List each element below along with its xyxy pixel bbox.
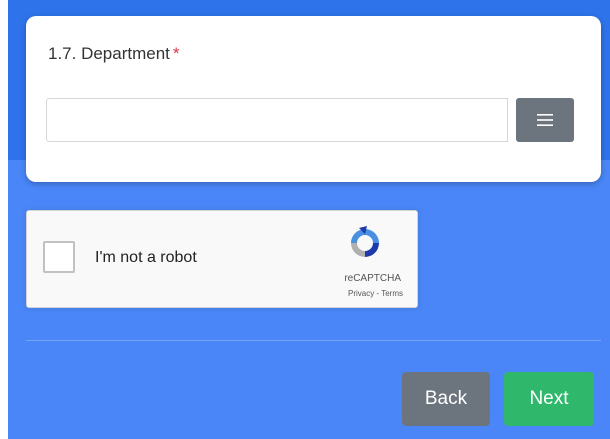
- department-list-button[interactable]: [516, 98, 574, 142]
- privacy-link[interactable]: Privacy: [348, 289, 374, 298]
- department-card: 1.7. Department *: [26, 16, 601, 182]
- back-button[interactable]: Back: [402, 372, 490, 426]
- page-edge: [0, 0, 8, 439]
- recaptcha-checkbox[interactable]: [43, 241, 75, 273]
- next-button[interactable]: Next: [504, 372, 594, 426]
- recaptcha-brand: reCAPTCHA: [344, 273, 401, 284]
- recaptcha-widget: I'm not a robot reCAPTCHA Privacy - Term…: [26, 210, 418, 308]
- required-marker: *: [172, 44, 180, 63]
- recaptcha-links: Privacy - Terms: [348, 289, 403, 298]
- terms-link[interactable]: Terms: [381, 289, 403, 298]
- department-label: 1.7. Department *: [48, 44, 180, 64]
- recaptcha-label: I'm not a robot: [95, 249, 197, 266]
- list-icon: [537, 114, 553, 126]
- department-label-text: 1.7. Department: [48, 44, 170, 63]
- footer-divider: [26, 340, 601, 341]
- recaptcha-logo-icon: [351, 226, 379, 257]
- department-input[interactable]: [46, 98, 508, 142]
